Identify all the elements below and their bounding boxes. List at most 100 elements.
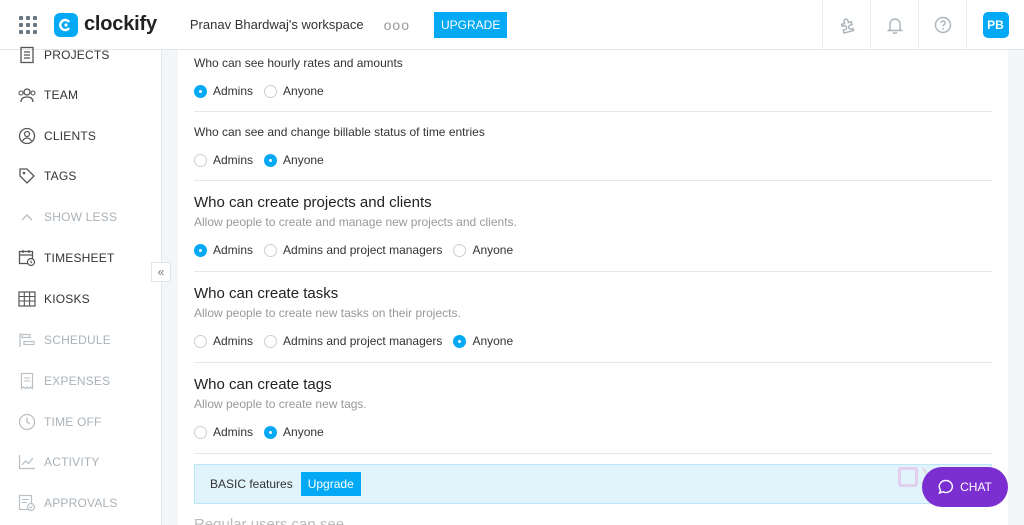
setting-description: Allow people to create and manage new pr… <box>194 215 517 229</box>
setting-billable-status: Who can see and change billable status o… <box>194 125 992 167</box>
more-options-icon[interactable]: ooo <box>384 17 410 33</box>
sidebar-item-projects[interactable]: PROJECTS <box>0 39 162 71</box>
double-chevron-left-icon: « <box>157 265 165 279</box>
sidebar-item-activity[interactable]: ACTIVITY <box>0 446 162 478</box>
radio-unchecked-icon <box>194 425 207 439</box>
setting-create-tags: Who can create tags Allow people to crea… <box>194 376 992 439</box>
radio-admins[interactable]: Admins <box>194 334 253 348</box>
radio-admins-and-pms[interactable]: Admins and project managers <box>264 334 442 348</box>
radio-unchecked-icon <box>264 243 278 257</box>
tag-icon <box>17 166 37 186</box>
clockify-logo-icon <box>54 12 78 37</box>
sidebar-item-team[interactable]: TEAM <box>0 79 162 111</box>
radio-admins[interactable]: Admins <box>194 425 253 439</box>
radio-group: Admins Anyone <box>194 84 992 98</box>
setting-create-projects: Who can create projects and clients Allo… <box>194 194 992 257</box>
radio-anyone[interactable]: Anyone <box>453 334 513 348</box>
feature-upgrade-button[interactable]: Upgrade <box>300 472 361 496</box>
radio-checked-icon <box>194 84 207 98</box>
team-icon <box>17 85 37 105</box>
radio-anyone[interactable]: Anyone <box>453 243 513 257</box>
sidebar-item-label: TAGS <box>44 169 77 183</box>
schedule-icon <box>17 330 37 350</box>
sidebar-item-clients[interactable]: CLIENTS <box>0 120 162 152</box>
sidebar-item-label: EXPENSES <box>44 374 111 388</box>
sidebar-item-approvals[interactable]: APPROVALS <box>0 487 162 519</box>
sidebar-item-label: TIMESHEET <box>44 251 115 265</box>
radio-checked-icon <box>194 243 207 257</box>
clockify-logo[interactable]: clockify <box>54 12 157 37</box>
chat-button[interactable]: CHAT <box>922 467 1008 507</box>
sidebar-item-label: SHOW LESS <box>44 210 118 224</box>
sidebar-item-schedule[interactable]: SCHEDULE <box>0 324 162 356</box>
radio-unchecked-icon <box>264 84 278 98</box>
receipt-icon <box>17 371 37 391</box>
sidebar-item-label: ACTIVITY <box>44 455 100 469</box>
sidebar-item-tags[interactable]: TAGS <box>0 160 162 192</box>
radio-group: Admins Anyone <box>194 425 992 439</box>
xda-logo-icon <box>898 467 918 487</box>
sidebar-item-label: PROJECTS <box>44 48 110 62</box>
sidebar-item-label: APPROVALS <box>44 496 118 510</box>
clock-icon <box>17 412 37 432</box>
divider <box>194 271 992 272</box>
radio-checked-icon <box>264 425 278 439</box>
puzzle-icon <box>840 18 854 34</box>
sidebar-item-label: TIME OFF <box>44 415 102 429</box>
collapse-sidebar-button[interactable]: « <box>151 262 171 282</box>
radio-admins-and-pms[interactable]: Admins and project managers <box>264 243 442 257</box>
top-right-actions: PB <box>822 0 1024 50</box>
radio-anyone[interactable]: Anyone <box>264 153 324 167</box>
extensions-button[interactable] <box>822 0 870 50</box>
radio-anyone[interactable]: Anyone <box>264 425 324 439</box>
setting-description: Allow people to create new tags. <box>194 397 367 411</box>
workspace-name[interactable]: Pranav Bhardwaj's workspace <box>190 17 364 32</box>
radio-unchecked-icon <box>194 334 207 348</box>
next-section-heading: Regular users can see <box>194 516 345 525</box>
setting-hourly-rates: Who can see hourly rates and amounts Adm… <box>194 56 992 98</box>
chart-icon <box>17 452 37 472</box>
scrollbar[interactable] <box>1008 50 1024 525</box>
radio-anyone[interactable]: Anyone <box>264 84 324 98</box>
kiosk-grid-icon <box>17 289 37 309</box>
setting-description: Allow people to create new tasks on thei… <box>194 306 461 320</box>
sidebar-item-expenses[interactable]: EXPENSES <box>0 365 162 397</box>
radio-admins[interactable]: Admins <box>194 153 253 167</box>
help-button[interactable] <box>918 0 966 50</box>
radio-checked-icon <box>453 334 467 348</box>
sidebar-item-label: CLIENTS <box>44 129 97 143</box>
profile-menu[interactable]: PB <box>966 0 1024 50</box>
notifications-button[interactable] <box>870 0 918 50</box>
settings-panel: Who can see hourly rates and amounts Adm… <box>178 50 1008 525</box>
setting-create-tasks: Who can create tasks Allow people to cre… <box>194 285 992 348</box>
sidebar-item-time-off[interactable]: TIME OFF <box>0 406 162 438</box>
user-circle-icon <box>17 126 37 146</box>
feature-upgrade-banner: BASIC features Upgrade <box>194 464 992 504</box>
feature-label: BASIC features <box>210 477 293 491</box>
radio-unchecked-icon <box>194 153 207 167</box>
approval-icon <box>17 493 37 513</box>
radio-unchecked-icon <box>264 334 278 348</box>
bell-icon <box>886 18 903 34</box>
sidebar-item-label: KIOSKS <box>44 292 90 306</box>
sidebar-item-label: TEAM <box>44 88 79 102</box>
document-icon <box>17 45 37 65</box>
chevron-up-icon <box>17 207 37 227</box>
radio-group: Admins Anyone <box>194 153 992 167</box>
sidebar-item-kiosks[interactable]: KIOSKS <box>0 283 162 315</box>
radio-unchecked-icon <box>453 243 467 257</box>
divider <box>194 362 992 363</box>
sidebar-item-label: SCHEDULE <box>44 333 111 347</box>
chat-bubble-icon <box>938 479 954 495</box>
setting-question: Who can create tasks <box>194 285 339 302</box>
divider <box>194 453 992 454</box>
logo-text: clockify <box>84 13 157 35</box>
sidebar-item-timesheet[interactable]: TIMESHEET <box>0 242 162 274</box>
setting-question: Who can see and change billable status o… <box>194 125 485 139</box>
upgrade-button[interactable]: UPGRADE <box>433 11 508 38</box>
avatar: PB <box>982 12 1009 38</box>
radio-admins[interactable]: Admins <box>194 84 253 98</box>
radio-admins[interactable]: Admins <box>194 243 253 257</box>
radio-checked-icon <box>264 153 278 167</box>
sidebar-item-show-less[interactable]: SHOW LESS <box>0 201 162 233</box>
